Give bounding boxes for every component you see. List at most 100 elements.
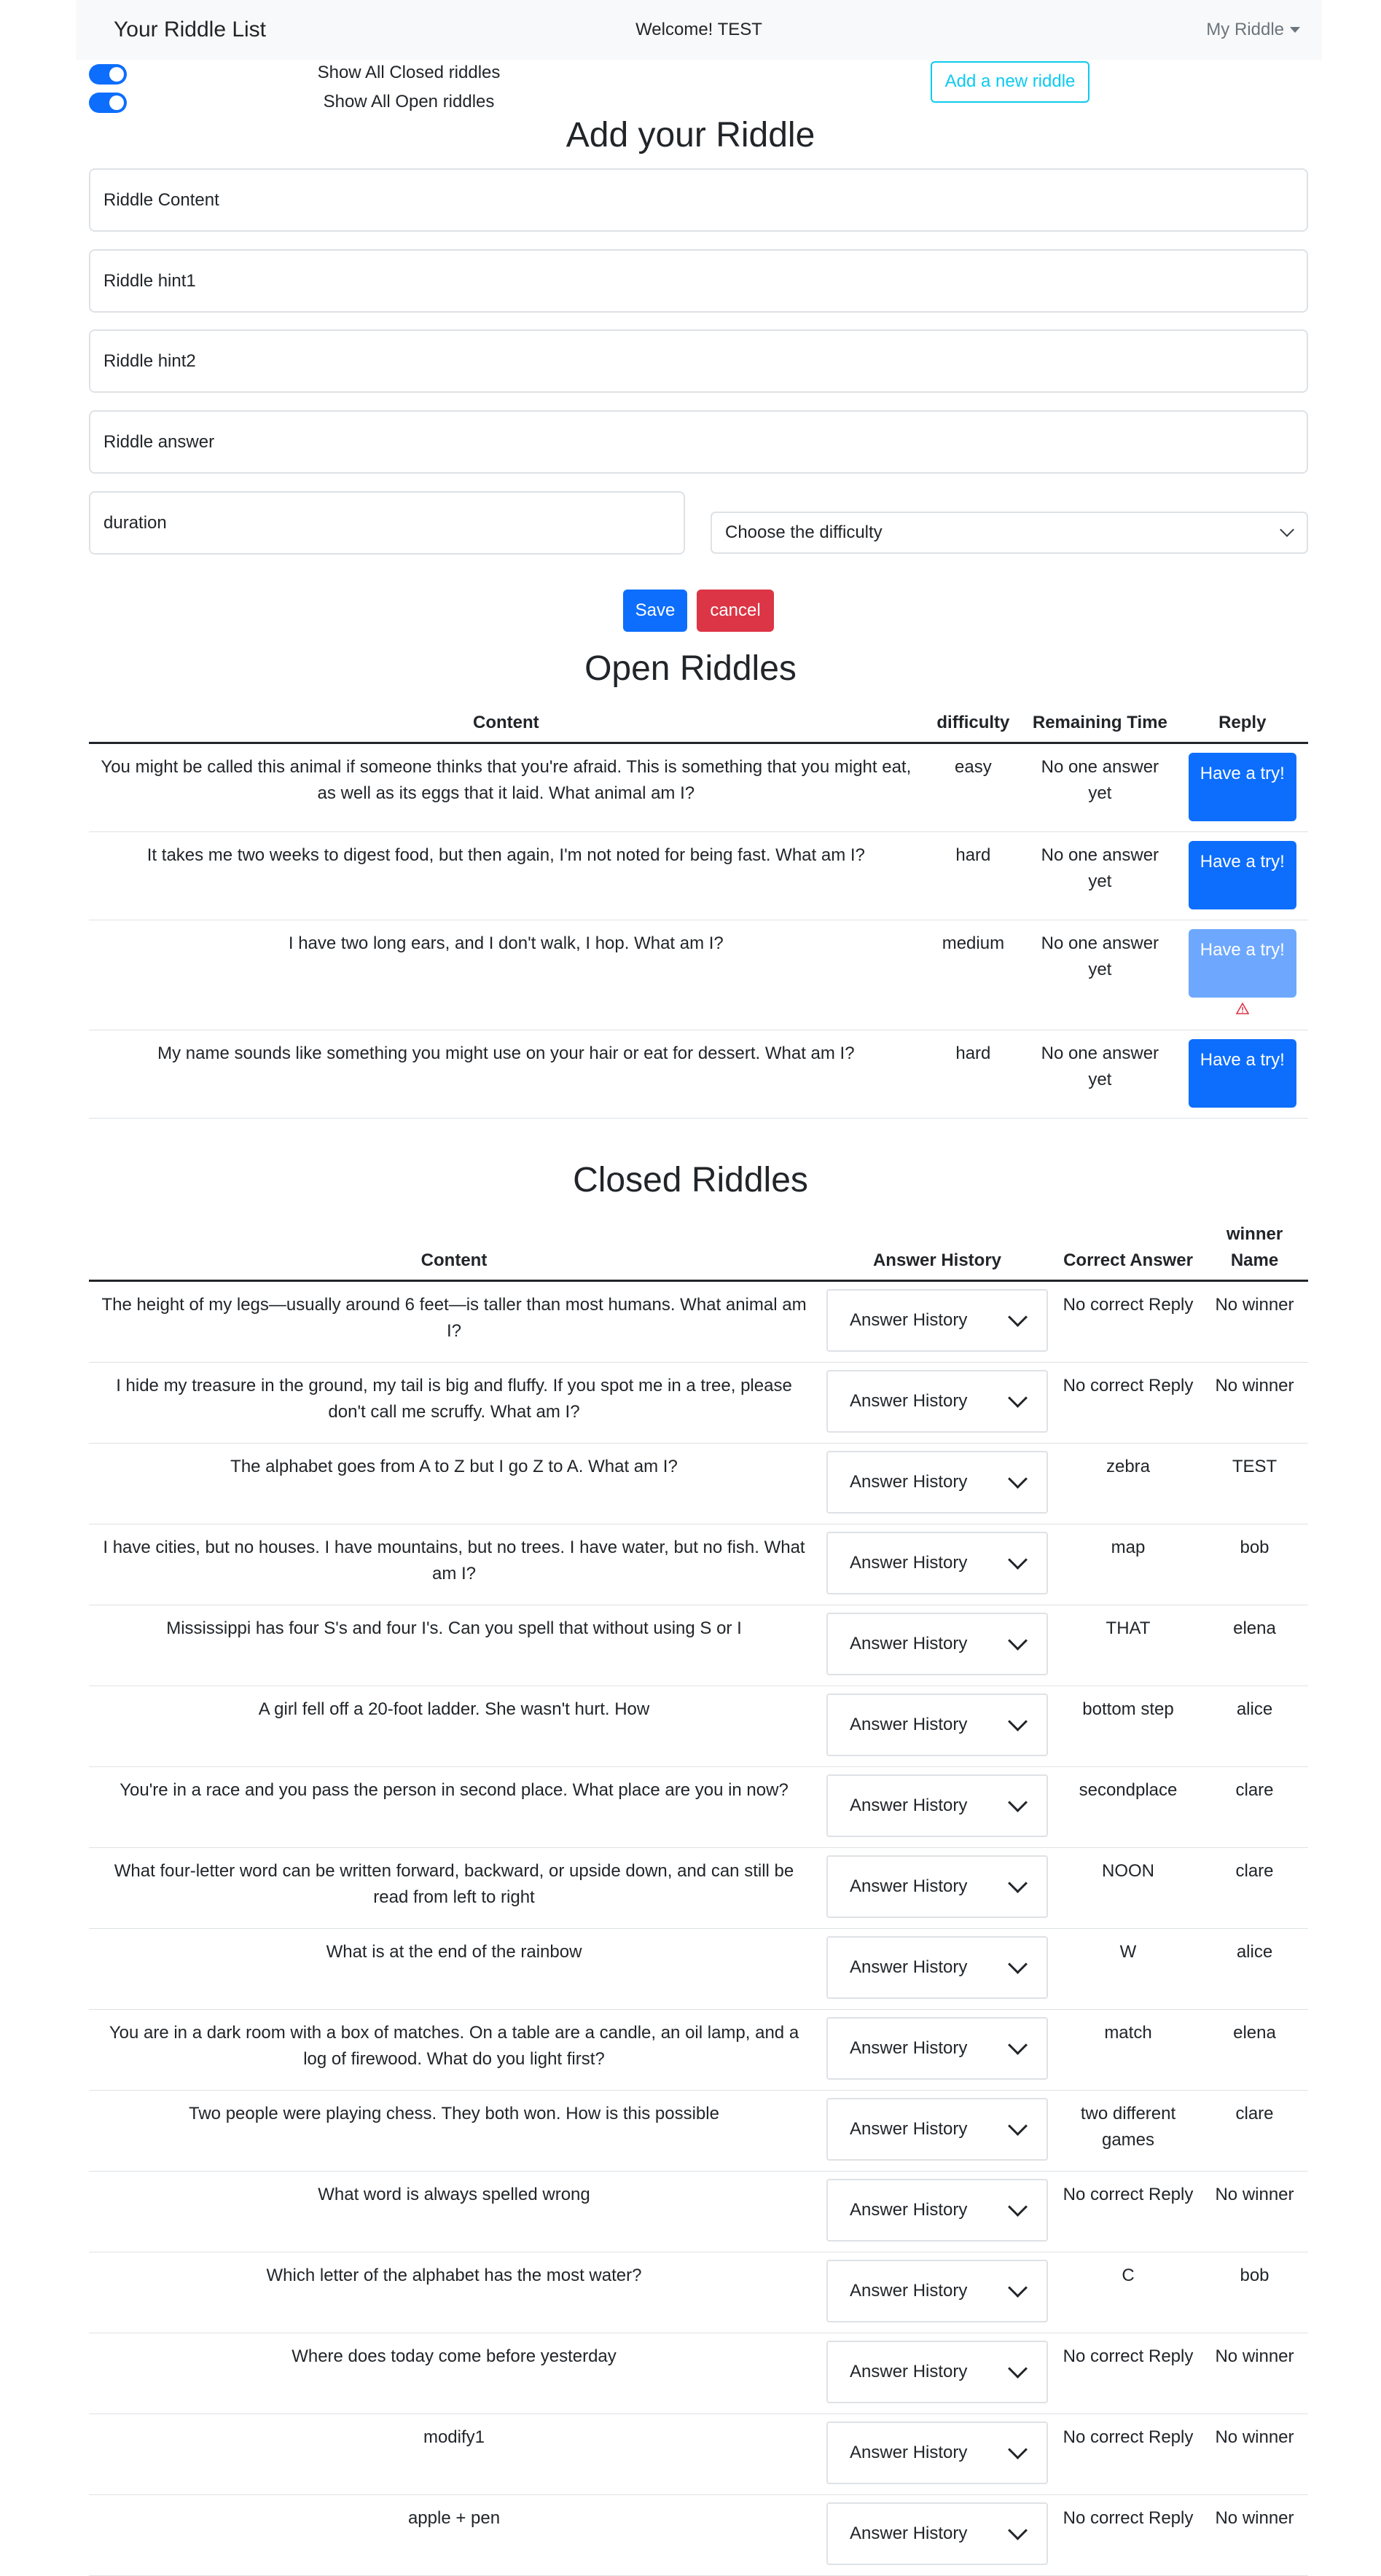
riddle-content-cell: modify1 (89, 2413, 819, 2495)
winner-name-cell: No winner (1201, 2171, 1308, 2252)
answer-history-label: Answer History (850, 1957, 968, 1977)
header-remaining-time: Remaining Time (1032, 713, 1167, 732)
answer-history-select[interactable]: Answer History (826, 1451, 1048, 1514)
answer-history-select[interactable]: Answer History (826, 1694, 1048, 1756)
correct-answer-cell: No correct Reply (1055, 2171, 1201, 2252)
answer-history-label: Answer History (850, 2200, 968, 2220)
difficulty-cell: easy (923, 743, 1024, 832)
answer-history-label: Answer History (850, 1310, 968, 1330)
answer-history-select[interactable]: Answer History (826, 2422, 1048, 2484)
closed-riddle-row: Mississippi has four S's and four I's. C… (89, 1605, 1308, 1686)
answer-history-cell: Answer History (819, 1280, 1055, 1363)
have-a-try-button[interactable]: Have a try! (1188, 841, 1296, 909)
riddle-content-cell: Where does today come before yesterday (89, 2333, 819, 2414)
closed-riddles-toggle[interactable] (89, 64, 127, 85)
winner-name-cell: No winner (1201, 2494, 1308, 2576)
answer-history-select[interactable]: Answer History (826, 1370, 1048, 1433)
my-riddle-dropdown[interactable]: My Riddle (1206, 0, 1300, 60)
answer-history-cell: Answer History (819, 2333, 1055, 2414)
correct-answer-cell: W (1055, 1928, 1201, 2010)
open-riddles-table: Content difficulty Remaining Time Reply … (89, 704, 1308, 1119)
winner-name-cell: alice (1201, 1686, 1308, 1767)
brand-link[interactable]: Your Riddle List (114, 0, 266, 60)
riddle-content-cell: Mississippi has four S's and four I's. C… (89, 1605, 819, 1686)
closed-riddles-title: Closed Riddles (573, 1161, 808, 1199)
winner-name-cell: bob (1201, 1524, 1308, 1605)
riddle-content-cell: The alphabet goes from A to Z but I go Z… (89, 1443, 819, 1524)
correct-answer-cell: No correct Reply (1055, 2333, 1201, 2414)
open-riddles-toggle[interactable] (89, 93, 127, 113)
riddle-content-cell: What four-letter word can be written for… (89, 1847, 819, 1929)
answer-history-select[interactable]: Answer History (826, 2341, 1048, 2403)
correct-answer-cell: match (1055, 2009, 1201, 2091)
answer-history-select[interactable]: Answer History (826, 1774, 1048, 1837)
closed-riddle-row: I have cities, but no houses. I have mou… (89, 1524, 1308, 1605)
answer-history-select[interactable]: Answer History (826, 1289, 1048, 1352)
have-a-try-button[interactable]: Have a try! (1188, 929, 1296, 998)
header-content: Content (420, 1250, 488, 1270)
riddle-content-cell: You're in a race and you pass the person… (89, 1766, 819, 1848)
have-a-try-button[interactable]: Have a try! (1188, 1039, 1296, 1108)
form-title: Add your Riddle (566, 116, 815, 154)
closed-riddle-row: You're in a race and you pass the person… (89, 1766, 1308, 1848)
caret-down-icon (1290, 27, 1300, 33)
chevron-down-icon (1008, 1630, 1028, 1651)
answer-history-cell: Answer History (819, 1443, 1055, 1524)
winner-name-cell: elena (1201, 1605, 1308, 1686)
answer-history-label: Answer History (850, 2281, 968, 2301)
navbar: Your Riddle List Welcome! TEST My Riddle (76, 0, 1322, 60)
riddle-content-cell: A girl fell off a 20-foot ladder. She wa… (89, 1686, 819, 1767)
chevron-down-icon (1008, 2035, 1028, 2055)
warning-icon (1184, 1002, 1301, 1019)
difficulty-select[interactable]: Choose the difficulty (711, 512, 1308, 554)
cancel-button[interactable]: cancel (697, 590, 774, 632)
answer-history-select[interactable]: Answer History (826, 2179, 1048, 2242)
winner-name-cell: elena (1201, 2009, 1308, 2091)
winner-name-cell: clare (1201, 2090, 1308, 2172)
answer-history-cell: Answer History (819, 1847, 1055, 1929)
correct-answer-cell: No correct Reply (1055, 2494, 1201, 2576)
closed-table-header: Content Answer History Correct Answer wi… (89, 1215, 1308, 1281)
answer-history-select[interactable]: Answer History (826, 2017, 1048, 2080)
riddle-content-cell: The height of my legs—usually around 6 f… (89, 1280, 819, 1363)
closed-riddle-row: What word is always spelled wrong Answer … (89, 2171, 1308, 2252)
riddle-hint2-input[interactable]: Riddle hint2 (89, 329, 1308, 393)
answer-history-label: Answer History (850, 2362, 968, 2381)
winner-name-cell: clare (1201, 1766, 1308, 1848)
chevron-down-icon (1008, 2277, 1028, 2298)
answer-history-select[interactable]: Answer History (826, 1613, 1048, 1675)
answer-history-select[interactable]: Answer History (826, 1532, 1048, 1594)
reply-cell: Have a try! (1176, 743, 1308, 832)
open-riddle-row: I have two long ears, and I don't walk, … (89, 920, 1308, 1030)
answer-history-select[interactable]: Answer History (826, 1855, 1048, 1918)
answer-history-label: Answer History (850, 2038, 968, 2058)
riddle-content-cell: What is at the end of the rainbow (89, 1928, 819, 2010)
answer-history-label: Answer History (850, 1391, 968, 1411)
closed-riddle-row: Two people were playing chess. They both… (89, 2090, 1308, 2172)
chevron-down-icon (1008, 2358, 1028, 2379)
chevron-down-icon (1008, 1468, 1028, 1489)
answer-history-select[interactable]: Answer History (826, 1936, 1048, 1999)
answer-history-cell: Answer History (819, 2494, 1055, 2576)
answer-history-cell: Answer History (819, 1686, 1055, 1767)
answer-history-cell: Answer History (819, 1605, 1055, 1686)
add-new-riddle-button[interactable]: Add a new riddle (931, 61, 1089, 103)
difficulty-cell: medium (923, 920, 1024, 1030)
riddle-content-cell: I hide my treasure in the ground, my tai… (89, 1362, 819, 1444)
duration-input[interactable]: duration (89, 491, 685, 555)
closed-riddle-row: What four-letter word can be written for… (89, 1847, 1308, 1929)
correct-answer-cell: No correct Reply (1055, 2413, 1201, 2495)
save-button[interactable]: Save (623, 590, 687, 632)
have-a-try-button[interactable]: Have a try! (1188, 753, 1296, 821)
chevron-down-icon (1008, 1387, 1028, 1408)
answer-history-select[interactable]: Answer History (826, 2098, 1048, 2161)
welcome-label: Welcome! TEST (635, 20, 762, 39)
closed-riddles-table: Content Answer History Correct Answer wi… (89, 1215, 1308, 2576)
answer-history-select[interactable]: Answer History (826, 2502, 1048, 2565)
riddle-hint1-input[interactable]: Riddle hint1 (89, 249, 1308, 313)
answer-history-cell: Answer History (819, 2171, 1055, 2252)
riddle-answer-input[interactable]: Riddle answer (89, 410, 1308, 474)
answer-history-select[interactable]: Answer History (826, 2260, 1048, 2322)
remaining-time-cell: No one answer yet (1023, 743, 1177, 832)
riddle-content-input[interactable]: Riddle Content (89, 168, 1308, 232)
